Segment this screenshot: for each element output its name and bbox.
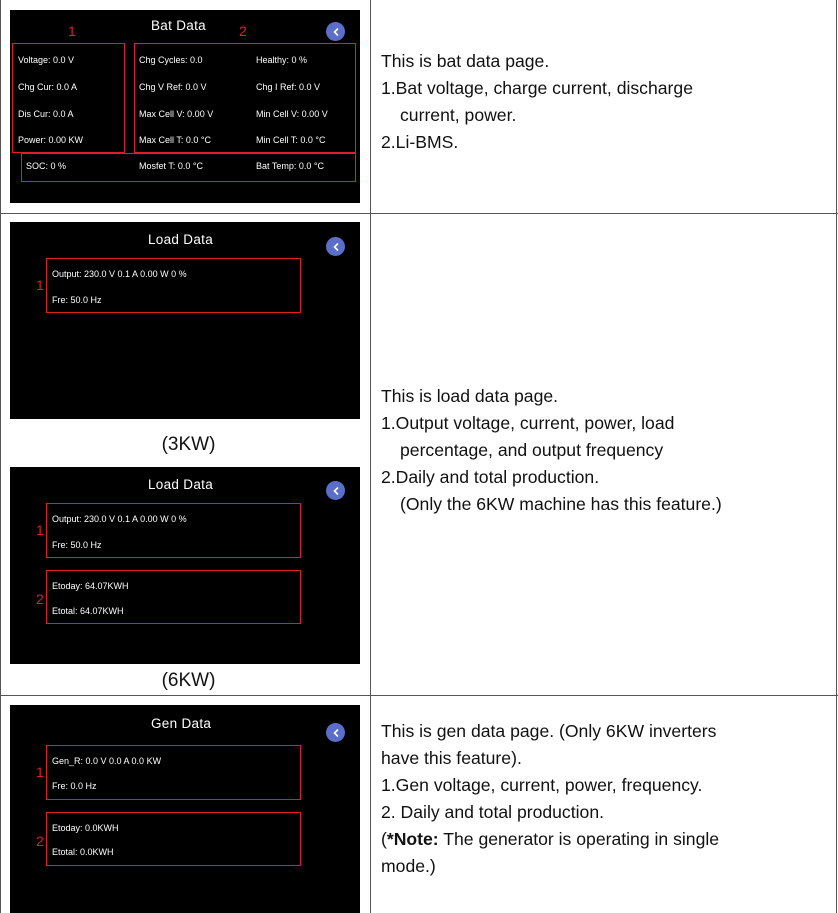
- marker-1: 1: [68, 23, 76, 39]
- description-line: (Only the 6KW machine has this feature.): [400, 494, 722, 514]
- marker-1: 1: [36, 277, 44, 293]
- etoday-value: Etoday: 0.0KWH: [52, 823, 119, 833]
- mosfet-t-value: Mosfet T: 0.0 °C: [139, 161, 203, 171]
- max-cell-t-value: Max Cell T: 0.0 °C: [139, 135, 211, 145]
- note-line: mode.): [381, 856, 436, 876]
- marker-2: 2: [36, 833, 44, 849]
- dis-cur-value: Dis Cur: 0.0 A: [18, 109, 74, 119]
- description-line: percentage, and output frequency: [400, 440, 664, 460]
- description-line: 2.Daily and total production.: [381, 467, 600, 487]
- min-cell-v-value: Min Cell V: 0.00 V: [256, 109, 328, 119]
- screen-title: Load Data: [148, 232, 213, 247]
- gen-data-screen: Gen Data 1 Gen_R: 0.0 V 0.0 A 0.0 KW Fre…: [10, 705, 360, 913]
- output-value: Output: 230.0 V 0.1 A 0.00 W 0 %: [52, 514, 187, 524]
- chg-cycles-value: Chg Cycles: 0.0: [139, 55, 203, 65]
- caption-6kw: (6KW): [161, 670, 216, 691]
- description-line: 1.Output voltage, current, power, load: [381, 413, 675, 433]
- description-line: This is bat data page.: [381, 51, 550, 71]
- note-text: The generator is operating in single: [438, 829, 720, 849]
- bat-description: This is bat data page. 1.Bat voltage, ch…: [381, 48, 693, 156]
- load-data-6kw-screen: Load Data 1 Output: 230.0 V 0.1 A 0.00 W…: [10, 467, 360, 664]
- description-line: 1.Bat voltage, charge current, discharge: [381, 78, 693, 98]
- etotal-value: Etotal: 0.0KWH: [52, 847, 114, 857]
- power-value: Power: 0.00 KW: [18, 135, 84, 145]
- screen-title: Bat Data: [151, 18, 206, 33]
- note-label: *Note:: [386, 829, 439, 849]
- back-button[interactable]: [326, 723, 345, 742]
- bat-temp-value: Bat Temp: 0.0 °C: [256, 161, 324, 171]
- description-line: have this feature).: [381, 748, 522, 768]
- screen-title: Load Data: [148, 477, 213, 492]
- gen-description: This is gen data page. (Only 6KW inverte…: [381, 718, 719, 880]
- description-line: This is load data page.: [381, 386, 559, 406]
- chg-cur-value: Chg Cur: 0.0 A: [18, 82, 78, 92]
- back-button[interactable]: [326, 237, 345, 256]
- description-line: 2. Daily and total production.: [381, 802, 604, 822]
- gen-output-box: [46, 745, 301, 800]
- frequency-value: Fre: 0.0 Hz: [52, 781, 97, 791]
- etoday-value: Etoday: 64.07KWH: [52, 581, 129, 591]
- healthy-value: Healthy: 0 %: [256, 55, 308, 65]
- marker-2: 2: [36, 591, 44, 607]
- marker-2: 2: [239, 23, 247, 39]
- min-cell-t-value: Min Cell T: 0.0 °C: [256, 135, 326, 145]
- marker-1: 1: [36, 522, 44, 538]
- note-line: (*Note: The generator is operating in si…: [381, 826, 719, 853]
- description-line: current, power.: [400, 105, 517, 125]
- chg-v-ref-value: Chg V Ref: 0.0 V: [139, 82, 207, 92]
- max-cell-v-value: Max Cell V: 0.00 V: [139, 109, 214, 119]
- column-divider: [370, 0, 371, 913]
- frequency-value: Fre: 50.0 Hz: [52, 540, 102, 550]
- back-button[interactable]: [326, 481, 345, 500]
- load-description: This is load data page. 1.Output voltage…: [381, 383, 722, 518]
- chevron-left-icon: [332, 27, 338, 36]
- caption-3kw: (3KW): [161, 434, 216, 455]
- row-divider: [0, 213, 838, 214]
- description-line: 2.Li-BMS.: [381, 132, 459, 152]
- etotal-value: Etotal: 64.07KWH: [52, 606, 124, 616]
- soc-value: SOC: 0 %: [26, 161, 67, 171]
- row-divider: [0, 695, 838, 696]
- gen-r-value: Gen_R: 0.0 V 0.0 A 0.0 KW: [52, 756, 162, 766]
- voltage-value: Voltage: 0.0 V: [18, 55, 75, 65]
- output-value: Output: 230.0 V 0.1 A 0.00 W 0 %: [52, 269, 187, 279]
- frequency-value: Fre: 50.0 Hz: [52, 295, 102, 305]
- chevron-left-icon: [332, 486, 338, 495]
- chevron-left-icon: [332, 242, 338, 251]
- description-line: This is gen data page. (Only 6KW inverte…: [381, 721, 717, 741]
- bat-data-screen: Bat Data 1 2 Voltage: 0.0 V Chg Cur: 0.0…: [10, 10, 360, 203]
- chevron-left-icon: [332, 728, 338, 737]
- description-line: 1.Gen voltage, current, power, frequency…: [381, 775, 703, 795]
- marker-1: 1: [36, 764, 44, 780]
- production-box: [46, 812, 301, 866]
- screen-title: Gen Data: [151, 716, 212, 731]
- chg-i-ref-value: Chg I Ref: 0.0 V: [256, 82, 321, 92]
- load-data-3kw-screen: Load Data 1 Output: 230.0 V 0.1 A 0.00 W…: [10, 222, 360, 419]
- back-button[interactable]: [326, 22, 345, 41]
